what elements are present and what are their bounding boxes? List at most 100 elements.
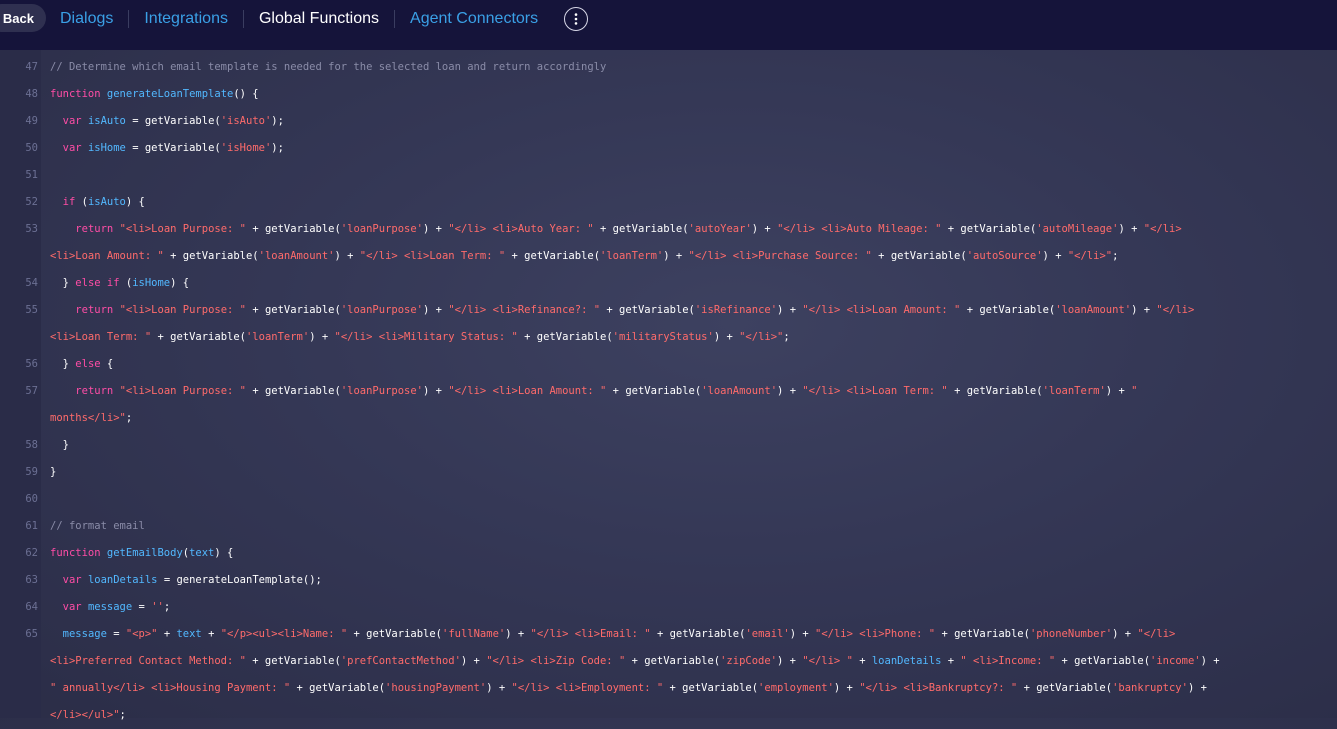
code-token: = getVariable( [125, 142, 221, 154]
code-token: function [50, 547, 107, 559]
code-token: ) + [460, 655, 487, 667]
line-number [0, 648, 38, 675]
code-line: " annually</li> <li>Housing Payment: " +… [0, 675, 1337, 702]
code-token: + getVariable( [606, 385, 702, 397]
code-token: " <li>Income: " [960, 655, 1056, 667]
code-token: 'isHome' [220, 142, 272, 154]
code-text: </li></ul>"; [38, 702, 126, 729]
code-line: 64 var message = ''; [0, 594, 1337, 621]
line-number: 54 [25, 277, 38, 289]
code-token: "</li> [1143, 223, 1182, 235]
code-token: "</li> <li>Refinance?: " [448, 304, 601, 316]
code-token: isAuto [87, 196, 126, 208]
code-token: "</li> <li>Loan Term: " [359, 250, 506, 262]
code-text: months</li>"; [38, 405, 132, 432]
code-token: message [62, 628, 107, 640]
code-token: ) + [486, 682, 512, 694]
code-token: ) + [505, 628, 531, 640]
code-token: "</li> <li>Zip Code: " [486, 655, 626, 667]
code-token: generateLoanTemplate [106, 88, 234, 100]
code-token: ) { [214, 547, 234, 559]
code-token: + getVariable( [151, 331, 246, 343]
code-token: ; [119, 709, 126, 721]
tab-integrations[interactable]: Integrations [129, 10, 243, 28]
code-text: } else if (isHome) { [38, 270, 189, 297]
code-token: + getVariable( [1017, 682, 1113, 694]
code-token: + getVariable( [960, 304, 1056, 316]
code-token: 'fullName' [442, 628, 506, 640]
code-token: + getVariable( [505, 250, 601, 262]
code-line: 65 message = "<p>" + text + "</p><ul><li… [0, 621, 1337, 648]
line-number: 59 [25, 466, 38, 478]
code-line: 59} [0, 459, 1337, 486]
code-token: 'loanAmount' [701, 385, 778, 397]
code-token: + getVariable( [593, 223, 689, 235]
code-line: 50 var isHome = getVariable('isHome'); [0, 135, 1337, 162]
code-line: 51 [0, 162, 1337, 189]
code-token: 'loanAmount' [1055, 304, 1132, 316]
code-line: 60 [0, 486, 1337, 513]
code-token: isHome [87, 142, 126, 154]
code-token: + getVariable( [663, 682, 759, 694]
code-token: "<li>Loan Purpose: " [119, 304, 246, 316]
code-line: 48 function generateLoanTemplate() { [0, 81, 1337, 108]
code-token: } [50, 358, 76, 370]
code-token: else if [75, 277, 126, 289]
code-token: } [50, 277, 76, 289]
line-number: 48 [25, 88, 38, 100]
code-token: // format email [50, 520, 145, 532]
code-token: ) + [713, 331, 740, 343]
code-editor[interactable]: 47 // Determine which email template is n… [0, 50, 1337, 721]
code-token: + getVariable( [347, 628, 442, 640]
tab-global-functions[interactable]: Global Functions [244, 10, 394, 28]
code-line: 56 } else { [0, 351, 1337, 378]
code-token: } [50, 466, 57, 478]
line-number: 63 [25, 574, 38, 586]
code-token: + [941, 655, 961, 667]
code-token: + getVariable( [517, 331, 613, 343]
code-token: 'autoSource' [966, 250, 1043, 262]
line-number: 47 [25, 61, 38, 73]
tab-dialogs[interactable]: Dialogs [45, 10, 128, 28]
code-token: ) + [1187, 682, 1207, 694]
code-token: // Determine which email template is nee… [50, 61, 607, 73]
code-token: "</li> <li>Phone: " [815, 628, 936, 640]
tab-agent-connectors[interactable]: Agent Connectors [395, 10, 553, 28]
code-token: return [75, 223, 120, 235]
code-text: <li>Loan Amount: " + getVariable('loanAm… [38, 243, 1118, 270]
code-token: "</p><ul><li>Name: " [220, 628, 348, 640]
code-token: " [1131, 385, 1138, 397]
code-token: () { [233, 88, 259, 100]
code-token: ; [783, 331, 790, 343]
code-token: ) + [1200, 655, 1220, 667]
code-token: "</li> <li>Loan Term: " [802, 385, 948, 397]
code-token: { [106, 358, 114, 370]
code-token: "</li> <li>Bankruptcy?: " [859, 682, 1018, 694]
line-number: 60 [25, 493, 38, 505]
code-token: 'militaryStatus' [612, 331, 714, 343]
more-options-button[interactable] [564, 7, 589, 31]
back-button[interactable]: Back [0, 4, 46, 32]
code-token: + getVariable( [1055, 655, 1151, 667]
code-token: "</li>" [739, 331, 784, 343]
code-token: = [132, 601, 152, 613]
code-token: "</li>" [1067, 250, 1113, 262]
code-line: <li>Loan Amount: " + getVariable('loanAm… [0, 243, 1337, 270]
code-text: function generateLoanTemplate() { [38, 81, 259, 108]
code-token: ; [125, 412, 133, 424]
code-token: ; [163, 601, 171, 613]
code-token: ) + [777, 655, 803, 667]
line-number: 64 [25, 601, 38, 613]
code-token: ) + [423, 304, 449, 316]
code-token: "<li>Loan Purpose: " [119, 223, 246, 235]
code-line: 47 // Determine which email template is n… [0, 54, 1337, 81]
code-token: ) + [334, 250, 360, 262]
code-token: 'autoYear' [688, 223, 752, 235]
code-text: } else { [38, 351, 114, 378]
